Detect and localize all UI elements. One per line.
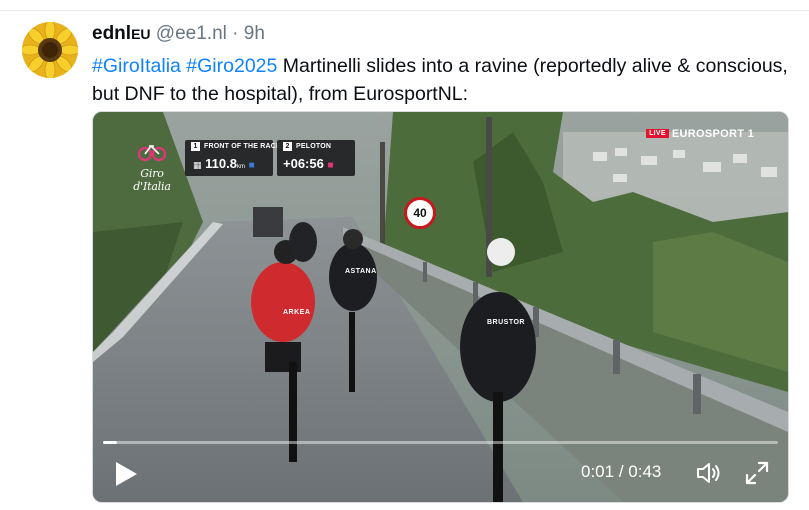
- giro-logo: Giro d'Italia: [127, 142, 177, 193]
- video-player[interactable]: Giro d'Italia 1 FRONT OF THE RACE ▦ 110.8…: [92, 111, 789, 503]
- peloton-gap: +06:56: [283, 156, 324, 171]
- duration: 0:43: [628, 462, 662, 481]
- broadcaster-name: EUROSPORT 1: [671, 128, 754, 140]
- handle[interactable]: @ee1.nl: [156, 23, 227, 44]
- live-badge: LIVE: [646, 129, 669, 138]
- checkered-flag-icon: ▦: [193, 160, 202, 170]
- current-time: 0:01: [581, 462, 615, 481]
- progress-fill: [103, 441, 117, 444]
- jersey-astana-text: ASTANA: [345, 268, 377, 275]
- top-divider: [0, 10, 809, 11]
- play-button[interactable]: [111, 459, 141, 489]
- post-header: ednlEU @ee1.nl · 9h: [92, 22, 265, 46]
- fullscreen-button[interactable]: [743, 459, 771, 487]
- jersey-pink-icon: ■: [327, 160, 334, 171]
- timestamp[interactable]: 9h: [244, 23, 265, 44]
- post-body: #GiroItalia #Giro2025 Martinelli slides …: [92, 52, 792, 108]
- volume-button[interactable]: [695, 459, 723, 487]
- avatar[interactable]: [22, 22, 78, 78]
- jersey-blue-icon: ■: [248, 160, 255, 171]
- peloton-box: 2 PELOTON +06:56 ■: [277, 140, 355, 176]
- front-distance: 110.8: [205, 156, 237, 171]
- play-icon: [116, 462, 137, 486]
- jersey-brustor-text: BRUSTOR: [487, 319, 525, 326]
- display-name[interactable]: ednlEU: [92, 23, 151, 44]
- front-of-race-box: 1 FRONT OF THE RACE ▦ 110.8km ■: [185, 140, 281, 176]
- time-separator: /: [614, 462, 629, 481]
- progress-bar[interactable]: [103, 441, 778, 444]
- sunflower-avatar-icon: [22, 22, 78, 78]
- jersey-arkea-text: ARKEA: [283, 309, 311, 316]
- bicycle-logo-icon: [137, 144, 167, 162]
- broadcaster-logo: LIVE EUROSPORT 1: [646, 128, 754, 140]
- giro-logo-text: Giro d'Italia: [133, 167, 171, 193]
- speed-limit-sign: 40: [404, 197, 436, 229]
- fullscreen-icon: [745, 461, 769, 485]
- time-display: 0:01 / 0:43: [581, 462, 661, 482]
- separator-dot: ·: [226, 23, 244, 44]
- volume-icon: [697, 463, 720, 483]
- hashtag-giro2025[interactable]: #Giro2025: [186, 55, 277, 77]
- hashtag-giroitalia[interactable]: #GiroItalia: [92, 55, 181, 77]
